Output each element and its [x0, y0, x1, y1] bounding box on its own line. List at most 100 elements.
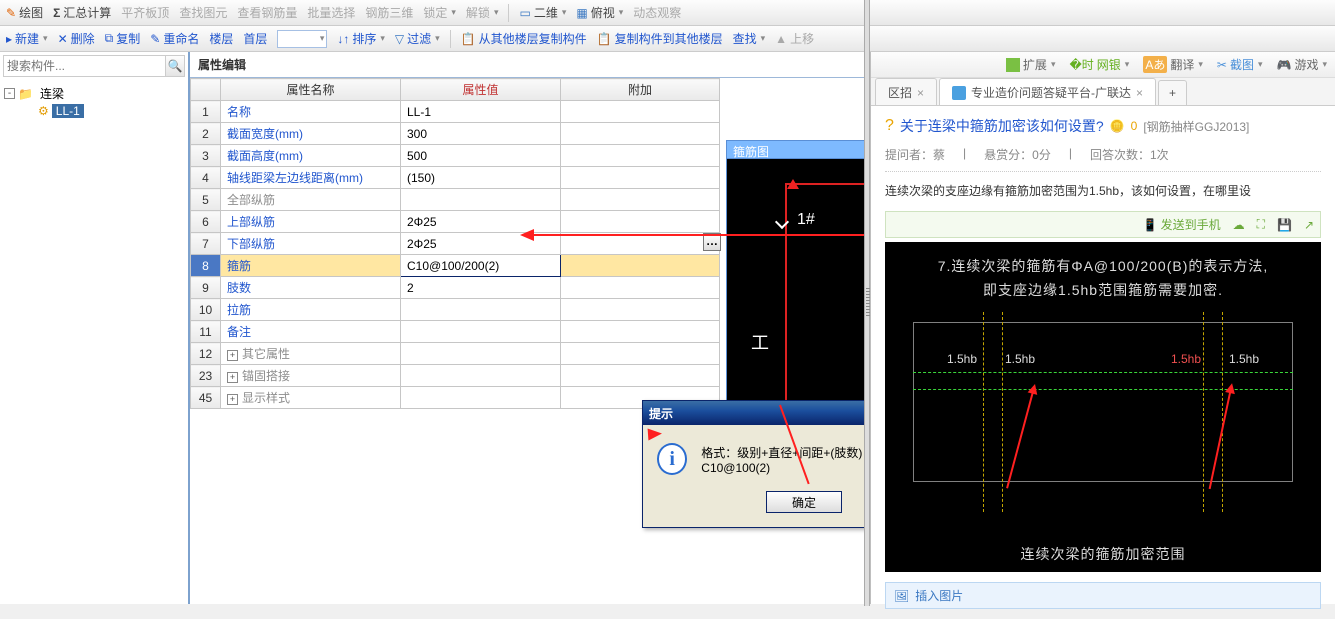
search-input[interactable]	[4, 56, 165, 76]
overlook[interactable]: ▦俯视▾	[576, 4, 623, 21]
row-index: 2	[191, 123, 221, 145]
tab-main[interactable]: 专业造价问题答疑平台-广联达×	[939, 78, 1156, 105]
insert-image-bar[interactable]: 🖼 插入图片	[885, 582, 1321, 609]
property-row[interactable]: 12+其它属性	[191, 343, 720, 365]
dyn-view[interactable]: 动态观察	[633, 4, 681, 21]
prop-extra[interactable]	[561, 365, 720, 387]
property-row[interactable]: 9肢数2	[191, 277, 720, 299]
prop-extra[interactable]	[561, 123, 720, 145]
col-name: 属性名称	[221, 79, 401, 101]
fullscreen-icon[interactable]: ⛶	[1257, 217, 1265, 232]
new-btn[interactable]: ▸ 新建▾	[6, 30, 48, 47]
cad-subtitle: 即支座边缘1.5hb范围箍筋需要加密.	[893, 280, 1313, 300]
prop-value[interactable]: LL-1	[401, 101, 561, 123]
close-icon[interactable]: ×	[917, 86, 924, 100]
question-title[interactable]: 关于连梁中箍筋加密该如何设置?	[900, 116, 1104, 136]
property-row[interactable]: 3截面高度(mm)500	[191, 145, 720, 167]
move-up[interactable]: ▲ 上移	[775, 30, 814, 47]
close-icon[interactable]: ×	[1136, 86, 1143, 100]
display-2d[interactable]: ▭二维▾	[519, 4, 566, 21]
property-row[interactable]: 1名称LL-1	[191, 101, 720, 123]
property-row[interactable]: 2截面宽度(mm)300	[191, 123, 720, 145]
property-row[interactable]: 10拉筋	[191, 299, 720, 321]
gamepad-icon: 🎮	[1277, 58, 1292, 72]
draw-tool[interactable]: ✎绘图	[6, 4, 43, 21]
prop-extra[interactable]	[561, 189, 720, 211]
prop-value[interactable]: 300	[401, 123, 561, 145]
prop-name: 箍筋	[221, 255, 401, 277]
prop-value[interactable]	[401, 321, 561, 343]
find-btn[interactable]: 查找▾	[733, 30, 766, 47]
vertical-splitter[interactable]	[864, 0, 870, 606]
screenshot-menu[interactable]: ✂截图▾	[1217, 56, 1263, 73]
property-row[interactable]: 11备注	[191, 321, 720, 343]
property-row[interactable]: 5全部纵筋	[191, 189, 720, 211]
prop-value[interactable]	[401, 365, 561, 387]
row-index: 10	[191, 299, 221, 321]
view-rebar[interactable]: 查看钢筋量	[237, 4, 297, 21]
copy-to[interactable]: 📋 复制构件到其他楼层	[597, 30, 723, 47]
bank-menu[interactable]: �时网银▾	[1069, 56, 1129, 73]
prop-extra[interactable]	[561, 145, 720, 167]
prop-extra[interactable]	[561, 321, 720, 343]
new-tab-button[interactable]: +	[1158, 80, 1187, 105]
property-row[interactable]: 6上部纵筋2Φ25	[191, 211, 720, 233]
floor-combo[interactable]: 楼层	[209, 30, 233, 47]
prop-extra[interactable]	[561, 343, 720, 365]
prop-value[interactable]	[401, 299, 561, 321]
level-tool[interactable]: 平齐板顶	[121, 4, 169, 21]
search-button[interactable]: 🔍	[165, 56, 184, 76]
prop-value[interactable]: C10@100/200(2)	[401, 255, 561, 277]
prop-value[interactable]	[401, 387, 561, 409]
ext-menu[interactable]: 扩展▾	[1006, 56, 1056, 73]
prop-extra[interactable]	[561, 277, 720, 299]
cad-title: 7.连续次梁的箍筋有ΦA@100/200(B)的表示方法,	[893, 256, 1313, 276]
prop-value[interactable]: 500	[401, 145, 561, 167]
tree-child[interactable]: ⚙ LL-1	[4, 103, 184, 119]
first-floor[interactable]: 首层	[243, 30, 267, 47]
save-icon[interactable]: 💾	[1277, 218, 1292, 232]
property-editor-title: 属性编辑	[190, 52, 870, 78]
row-index: 9	[191, 277, 221, 299]
find-view[interactable]: 查找图元	[179, 4, 227, 21]
property-row[interactable]: 4轴线距梁左边线距离(mm)(150)	[191, 167, 720, 189]
tree-root[interactable]: - 📁 连梁	[4, 84, 184, 103]
dialog-ok-button[interactable]: 确定	[766, 491, 842, 513]
prop-value[interactable]: 2	[401, 277, 561, 299]
prop-extra[interactable]	[561, 299, 720, 321]
send-phone[interactable]: 📱 发送到手机	[1143, 216, 1221, 233]
lock[interactable]: 锁定▾	[423, 4, 456, 21]
prop-name: 全部纵筋	[221, 189, 401, 211]
prop-value[interactable]	[401, 189, 561, 211]
property-row[interactable]: 45+显示样式	[191, 387, 720, 409]
batch-select[interactable]: 批量选择	[307, 4, 355, 21]
sum-tool[interactable]: Σ汇总计算	[53, 4, 111, 21]
prop-extra[interactable]	[561, 211, 720, 233]
collapse-icon[interactable]: -	[4, 88, 15, 99]
copy-from[interactable]: 📋 从其他楼层复制构件	[461, 30, 587, 47]
prop-value[interactable]	[401, 343, 561, 365]
delete-btn[interactable]: ✕ 删除	[58, 30, 95, 47]
filter-btn[interactable]: ▽ 过滤▾	[395, 30, 440, 47]
sort-btn[interactable]: ↓↑ 排序▾	[337, 30, 385, 47]
property-row[interactable]: 23+锚固搭接	[191, 365, 720, 387]
rebar-3d[interactable]: 钢筋三维	[365, 4, 413, 21]
copy-btn[interactable]: ⧉ 复制	[105, 30, 141, 47]
tab-left[interactable]: 区招×	[875, 78, 937, 105]
tree-root-label: 连梁	[36, 85, 68, 102]
game-menu[interactable]: 🎮游戏▾	[1277, 56, 1328, 73]
prop-value[interactable]: (150)	[401, 167, 561, 189]
property-row[interactable]: 8箍筋C10@100/200(2)	[191, 255, 720, 277]
cloud-icon[interactable]: ☁	[1233, 218, 1245, 232]
prop-name: +其它属性	[221, 343, 401, 365]
unlock[interactable]: 解锁▾	[466, 4, 499, 21]
prop-extra[interactable]	[561, 255, 720, 277]
prop-extra[interactable]	[561, 101, 720, 123]
rename-btn[interactable]: ✎ 重命名	[150, 30, 199, 47]
translate-menu[interactable]: Aあ翻译▾	[1143, 56, 1203, 73]
share-icon[interactable]: ↗	[1304, 218, 1314, 232]
floor-select[interactable]: ▾	[277, 30, 327, 48]
toolbar-second: ▸ 新建▾ ✕ 删除 ⧉ 复制 ✎ 重命名 楼层 首层 ▾ ↓↑ 排序▾ ▽ 过…	[0, 26, 1335, 52]
prop-value[interactable]: 2Φ25	[401, 211, 561, 233]
prop-extra[interactable]	[561, 167, 720, 189]
